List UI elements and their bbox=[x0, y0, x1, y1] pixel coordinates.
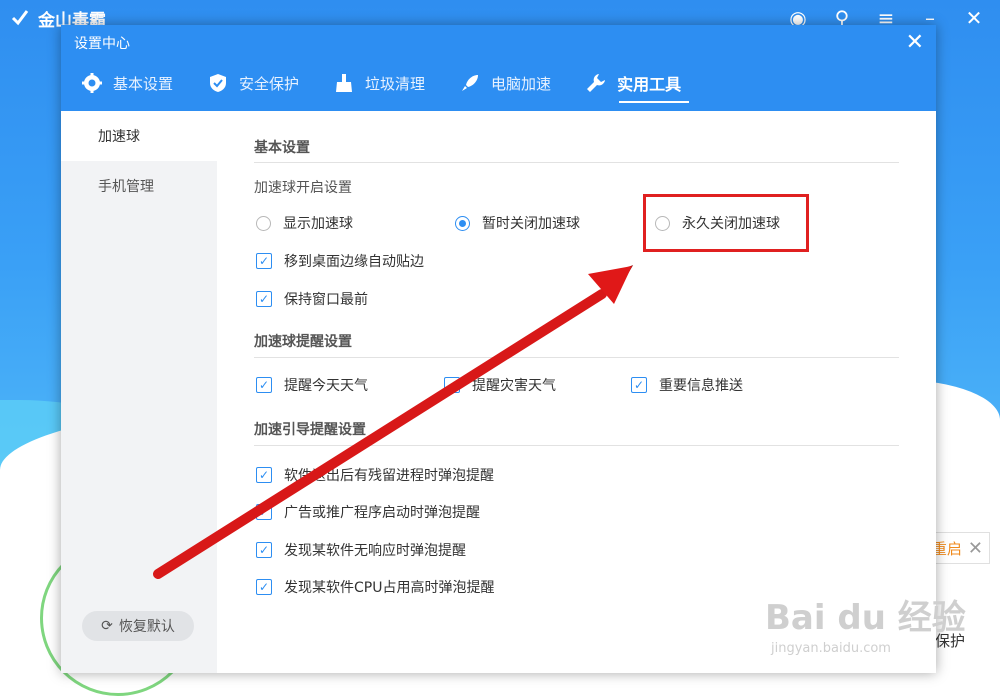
radio-button[interactable] bbox=[256, 215, 271, 231]
checkbox[interactable]: ✓ bbox=[256, 542, 272, 558]
checkbox[interactable]: ✓ bbox=[256, 579, 272, 595]
checkbox-label: 发现某软件CPU占用高时弹泡提醒 bbox=[284, 580, 495, 596]
checkbox-residual-process-alert[interactable]: ✓ 软件退出后有残留进程时弹泡提醒 bbox=[256, 465, 494, 485]
checkbox-not-responding-alert[interactable]: ✓ 发现某软件无响应时弹泡提醒 bbox=[256, 540, 466, 560]
restart-link[interactable]: 重启 bbox=[932, 538, 962, 559]
sidebar-item-phone-management[interactable]: 手机管理 bbox=[61, 161, 217, 211]
broom-icon bbox=[333, 72, 355, 94]
restore-defaults-label: 恢复默认 bbox=[118, 619, 175, 635]
restore-defaults-button[interactable]: ⟳ 恢复默认 bbox=[82, 611, 194, 641]
radio-temporarily-close-speed-ball[interactable]: 暂时关闭加速球 bbox=[455, 213, 580, 233]
dialog-header: 设置中心 ✕ 基本设置 安全保护 垃圾清理 电脑加速 实用工具 bbox=[61, 25, 936, 111]
checkbox[interactable]: ✓ bbox=[256, 377, 272, 393]
section-divider bbox=[254, 357, 899, 358]
section-title-reminders: 加速球提醒设置 bbox=[254, 334, 352, 350]
checkbox-high-cpu-alert[interactable]: ✓ 发现某软件CPU占用高时弹泡提醒 bbox=[256, 577, 494, 597]
checkbox[interactable]: ✓ bbox=[256, 253, 272, 269]
checkbox-label: 移到桌面边缘自动贴边 bbox=[284, 254, 424, 270]
watermark-logo: Bai du 经验 bbox=[765, 598, 966, 638]
checkbox[interactable]: ✓ bbox=[631, 377, 647, 393]
tab-security[interactable]: 安全保护 bbox=[207, 65, 317, 101]
tab-junk-cleanup[interactable]: 垃圾清理 bbox=[333, 65, 443, 101]
tab-basic-settings[interactable]: 基本设置 bbox=[81, 65, 191, 101]
checkbox-label: 提醒灾害天气 bbox=[472, 378, 556, 394]
speed-ball-startup-label: 加速球开启设置 bbox=[254, 180, 352, 196]
checkbox-label: 发现某软件无响应时弹泡提醒 bbox=[284, 543, 466, 559]
app-logo-icon bbox=[11, 10, 29, 26]
checkbox-label: 广告或推广程序启动时弹泡提醒 bbox=[284, 505, 480, 521]
wrench-icon bbox=[585, 72, 607, 94]
checkbox[interactable]: ✓ bbox=[256, 291, 272, 307]
section-divider bbox=[254, 445, 899, 446]
checkbox-label: 保持窗口最前 bbox=[284, 292, 368, 308]
radio-button-selected[interactable] bbox=[455, 215, 470, 231]
checkbox-important-push[interactable]: ✓ 重要信息推送 bbox=[631, 375, 743, 395]
checkbox[interactable]: ✓ bbox=[256, 467, 272, 483]
rocket-icon bbox=[459, 72, 481, 94]
checkbox-label: 提醒今天天气 bbox=[284, 378, 368, 394]
section-title-guide-reminders: 加速引导提醒设置 bbox=[254, 422, 366, 438]
tab-label: 基本设置 bbox=[113, 74, 174, 93]
tab-label: 安全保护 bbox=[239, 74, 300, 93]
gear-icon bbox=[81, 72, 103, 94]
checkbox-disaster-weather[interactable]: ✓ 提醒灾害天气 bbox=[444, 375, 556, 395]
radio-label: 显示加速球 bbox=[283, 216, 353, 232]
restart-notice: 重启 ✕ bbox=[930, 532, 990, 564]
checkbox-label: 重要信息推送 bbox=[659, 378, 743, 394]
checkbox-weather-today[interactable]: ✓ 提醒今天天气 bbox=[256, 375, 368, 395]
checkbox-ad-startup-alert[interactable]: ✓ 广告或推广程序启动时弹泡提醒 bbox=[256, 502, 480, 522]
sidebar-item-label: 手机管理 bbox=[98, 179, 154, 195]
baidu-watermark: Bai du 经验 jingyan.baidu.com bbox=[765, 590, 966, 656]
section-title-basic: 基本设置 bbox=[254, 140, 310, 156]
watermark-url: jingyan.baidu.com bbox=[771, 641, 891, 656]
checkbox-keep-on-top[interactable]: ✓ 保持窗口最前 bbox=[256, 289, 368, 309]
dialog-close-icon[interactable]: ✕ bbox=[906, 31, 924, 55]
checkbox[interactable]: ✓ bbox=[444, 377, 460, 393]
dialog-title: 设置中心 bbox=[74, 36, 130, 52]
sidebar-item-speed-ball[interactable]: 加速球 bbox=[61, 111, 217, 161]
annotation-highlight-box bbox=[643, 194, 809, 252]
sidebar-item-label: 加速球 bbox=[98, 129, 140, 145]
checkbox[interactable]: ✓ bbox=[256, 504, 272, 520]
sidebar-background bbox=[61, 161, 217, 673]
checkbox-auto-snap-edge[interactable]: ✓ 移到桌面边缘自动贴边 bbox=[256, 251, 424, 271]
tab-pc-speedup[interactable]: 电脑加速 bbox=[459, 65, 569, 101]
tab-label: 实用工具 bbox=[617, 75, 682, 94]
checkbox-label: 软件退出后有残留进程时弹泡提醒 bbox=[284, 468, 494, 484]
tab-label: 垃圾清理 bbox=[365, 74, 426, 93]
tab-utilities[interactable]: 实用工具 bbox=[585, 65, 699, 103]
settings-sidebar: 加速球 手机管理 ⟳ 恢复默认 bbox=[61, 111, 217, 673]
settings-dialog: 设置中心 ✕ 基本设置 安全保护 垃圾清理 电脑加速 实用工具 加速球 手机管理… bbox=[61, 25, 936, 673]
radio-show-speed-ball[interactable]: 显示加速球 bbox=[256, 213, 353, 233]
shield-icon bbox=[207, 72, 229, 94]
tab-label: 电脑加速 bbox=[491, 74, 552, 93]
restart-close-icon[interactable]: ✕ bbox=[968, 538, 983, 559]
settings-tabs: 基本设置 安全保护 垃圾清理 电脑加速 实用工具 bbox=[81, 65, 715, 103]
radio-label: 暂时关闭加速球 bbox=[482, 216, 580, 232]
refresh-icon: ⟳ bbox=[101, 618, 113, 634]
section-divider bbox=[254, 162, 899, 163]
close-icon[interactable]: ✕ bbox=[962, 6, 986, 30]
